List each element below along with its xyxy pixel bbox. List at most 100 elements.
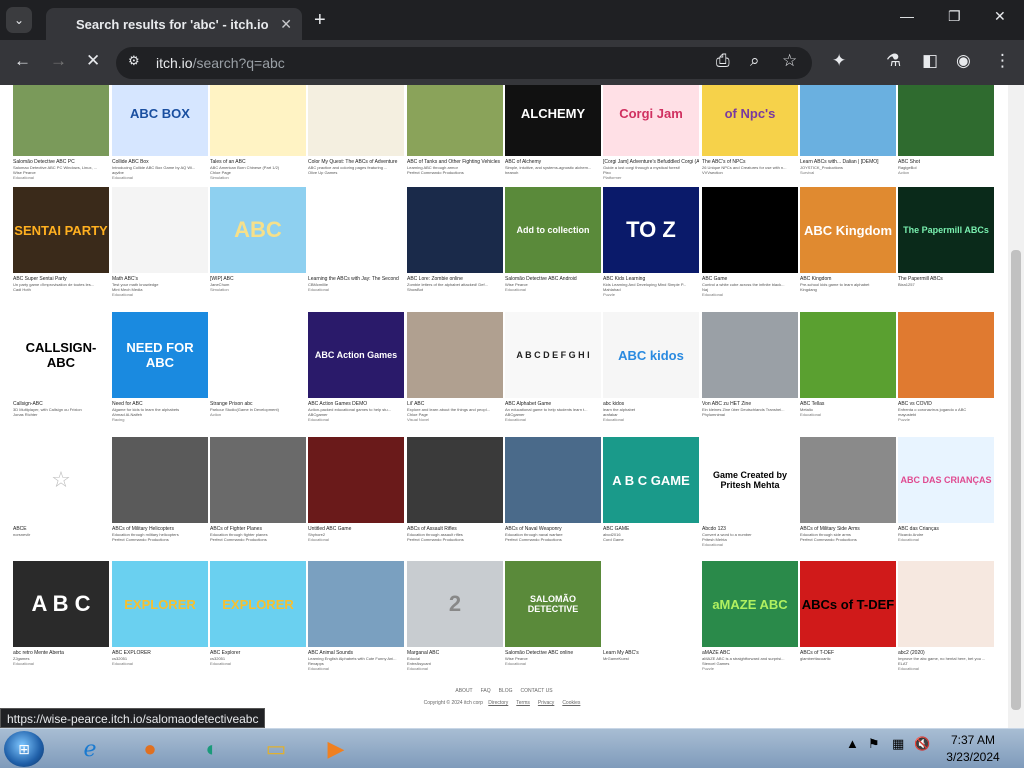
game-card[interactable]: ABCs of T-DEF ABCs of T-DEF glamberttacoar… [800,561,896,661]
game-thumbnail[interactable]: ABC Action Games [308,312,404,398]
legal-link[interactable]: Terms [516,700,530,706]
game-thumbnail[interactable]: 2 [407,561,503,647]
game-thumbnail[interactable]: aMAZE ABC [702,561,798,647]
tab-active[interactable]: Search results for 'abc' - itch.io ✕ [46,8,302,40]
game-card[interactable]: of Npc's The ABC's of NPCs 26 Unique NPCs … [702,85,798,175]
game-thumbnail[interactable]: ABC DAS CRIANÇAS [898,437,994,523]
game-card[interactable]: A B Cabc retro Mente Aberta ZJgames Educat… [13,561,109,666]
game-thumbnail[interactable] [13,85,109,156]
footer-link[interactable]: FAQ [481,688,491,694]
game-card[interactable]: 2 Marganal ABC Educial EntreAsycant Educatio… [407,561,503,671]
game-thumbnail[interactable] [210,312,306,398]
game-thumbnail[interactable] [603,561,699,647]
game-thumbnail[interactable] [800,312,896,398]
game-card[interactable]: A B C D E F G H I ABC Alphabet Game An edu… [505,312,601,422]
internet-explorer-icon[interactable]: ℯ [66,731,114,767]
game-card[interactable]: ALCHEMY ABC of Alchemy Simple, intuitive, … [505,85,601,175]
game-card[interactable]: ABCs of Assault Rifles Education through … [407,437,503,542]
game-card[interactable]: ABCs of Military Side Arms Education thro… [800,437,896,542]
file-explorer-icon[interactable]: ▭ [252,731,300,767]
bookmark-star-icon[interactable]: ☆ [782,51,797,71]
game-card[interactable]: ABC vs COVID Enfrenta o coronavírus jogan… [898,312,994,422]
game-thumbnail[interactable] [210,85,306,156]
game-card[interactable]: ABC Shot RagigeBol Action [898,85,994,175]
restore-button[interactable]: ❐ [948,8,961,25]
game-thumbnail[interactable]: ABCs of T-DEF [800,561,896,647]
game-card[interactable]: ABC Lore: Zombie online Zombie letters of… [407,187,503,292]
game-card[interactable]: NEED FOR ABC Need for ABC Algame for kids … [112,312,208,422]
game-thumbnail[interactable]: ALCHEMY [505,85,601,156]
game-card[interactable]: Von ABC zu HET Zine Ein kleines Zine über… [702,312,798,417]
footer-link[interactable]: BLOG [499,688,513,694]
game-card[interactable]: aMAZE ABC aMAZE ABC aMAZE ABC is a straigh… [702,561,798,671]
game-card[interactable]: Corgi Jam [Corgi Jam] Adventure's Befuddl… [603,85,699,180]
stop-loading-icon[interactable]: ✕ [86,51,100,71]
game-thumbnail[interactable] [407,85,503,156]
game-thumbnail[interactable]: TO Z [603,187,699,273]
game-thumbnail[interactable]: Add to collection [505,187,601,273]
game-thumbnail[interactable] [308,85,404,156]
game-card[interactable]: The Papermill ABCs The Papermill ABCs Bixa… [898,187,994,287]
game-thumbnail[interactable] [407,312,503,398]
game-card[interactable]: ABC Action Games ABC Action Games DEMO Act… [308,312,404,422]
game-card[interactable]: ABC DAS CRIANÇAS ABC das Crianças Ricardo … [898,437,994,542]
game-card[interactable]: ABC Kingdom ABC Kingdom Pre-school kids ga… [800,187,896,292]
game-thumbnail[interactable] [407,187,503,273]
game-thumbnail[interactable]: of Npc's [702,85,798,156]
game-card[interactable]: TO Z ABC Kids Learning Kids Learning And D… [603,187,699,297]
labs-icon[interactable]: ⚗ [886,51,901,71]
game-thumbnail[interactable]: ABC kidos [603,312,699,398]
game-thumbnail[interactable]: ABC [210,187,306,273]
firefox-icon[interactable]: ● [126,731,174,767]
game-card[interactable]: A B C GAME ABC GAME abcd2016 Cord Game [603,437,699,542]
game-card[interactable]: ☆ ABCE norsneviir [13,437,109,537]
game-thumbnail[interactable]: A B C GAME [603,437,699,523]
tab-search-button[interactable]: ⌄ [6,7,32,33]
game-thumbnail[interactable] [702,187,798,273]
game-thumbnail[interactable] [112,437,208,523]
game-card[interactable]: Strange Prison abc Parkour Studio(Game in… [210,312,306,417]
legal-link[interactable]: Privacy [538,700,554,706]
game-thumbnail[interactable]: The Papermill ABCs [898,187,994,273]
game-thumbnail[interactable] [898,85,994,156]
game-thumbnail[interactable] [112,187,208,273]
game-card[interactable]: EXPLORER ABC Explorer cs32051 Educational [210,561,306,666]
game-card[interactable]: Tales of an ABC ABC American Born Chinese… [210,85,306,180]
game-thumbnail[interactable]: ABC Kingdom [800,187,896,273]
game-thumbnail[interactable] [800,85,896,156]
game-thumbnail[interactable]: SALOMÃO DETECTIVE [505,561,601,647]
scrollbar-thumb[interactable] [1011,250,1021,710]
new-tab-button[interactable]: + [314,9,326,32]
network-icon[interactable]: ▦ [892,736,904,752]
media-player-icon[interactable]: ▶ [312,731,360,767]
zoom-icon[interactable]: ⌕ [750,51,760,71]
game-thumbnail[interactable]: A B C [13,561,109,647]
edge-icon[interactable]: ◐ [188,731,236,767]
back-icon[interactable]: ← [14,51,31,71]
game-card[interactable]: Math ABC's Test your math knowledge Mint M… [112,187,208,297]
game-card[interactable]: SENTAI PARTY ABC Super Sentai Party Un par… [13,187,109,292]
game-thumbnail[interactable] [407,437,503,523]
game-card[interactable]: ABC Tellas Metalio Educational [800,312,896,417]
legal-link[interactable]: Cookies [562,700,580,706]
game-card[interactable]: Learn My ABC's MrGameKuest [603,561,699,661]
game-thumbnail[interactable] [800,437,896,523]
game-card[interactable]: ABCs of Fighter Planes Education through … [210,437,306,542]
game-card[interactable]: Add to collection Salomão Detective ABC A… [505,187,601,292]
game-card[interactable]: Color My Quest: The ABCs of Adventure ABC… [308,85,404,175]
game-card[interactable]: ABCs of Military Helicopters Education th… [112,437,208,542]
game-thumbnail[interactable]: CALLSIGN-ABC [13,312,109,398]
address-bar[interactable]: itch.io/search?q=abc [116,47,812,79]
site-info-icon[interactable]: ⚙ [128,53,140,69]
install-app-icon[interactable]: ⎙ [716,51,730,71]
game-card[interactable]: ABC of Tanks and Other Fighting Vehicles… [407,85,503,175]
game-card[interactable]: Untitled ABC Game Shyhore2 Educational [308,437,404,542]
game-card[interactable]: Game Created by Pritesh Mehta Abcdo 123 Co… [702,437,798,547]
tab-close-icon[interactable]: ✕ [280,16,292,33]
game-thumbnail[interactable] [898,561,994,647]
minimize-button[interactable]: — [900,8,914,24]
game-card[interactable]: ABC BOX Collide ABC Box Introducing Collid… [112,85,208,180]
game-thumbnail[interactable]: ABC BOX [112,85,208,156]
extensions-icon[interactable]: ✦ [832,51,846,71]
game-thumbnail[interactable]: NEED FOR ABC [112,312,208,398]
